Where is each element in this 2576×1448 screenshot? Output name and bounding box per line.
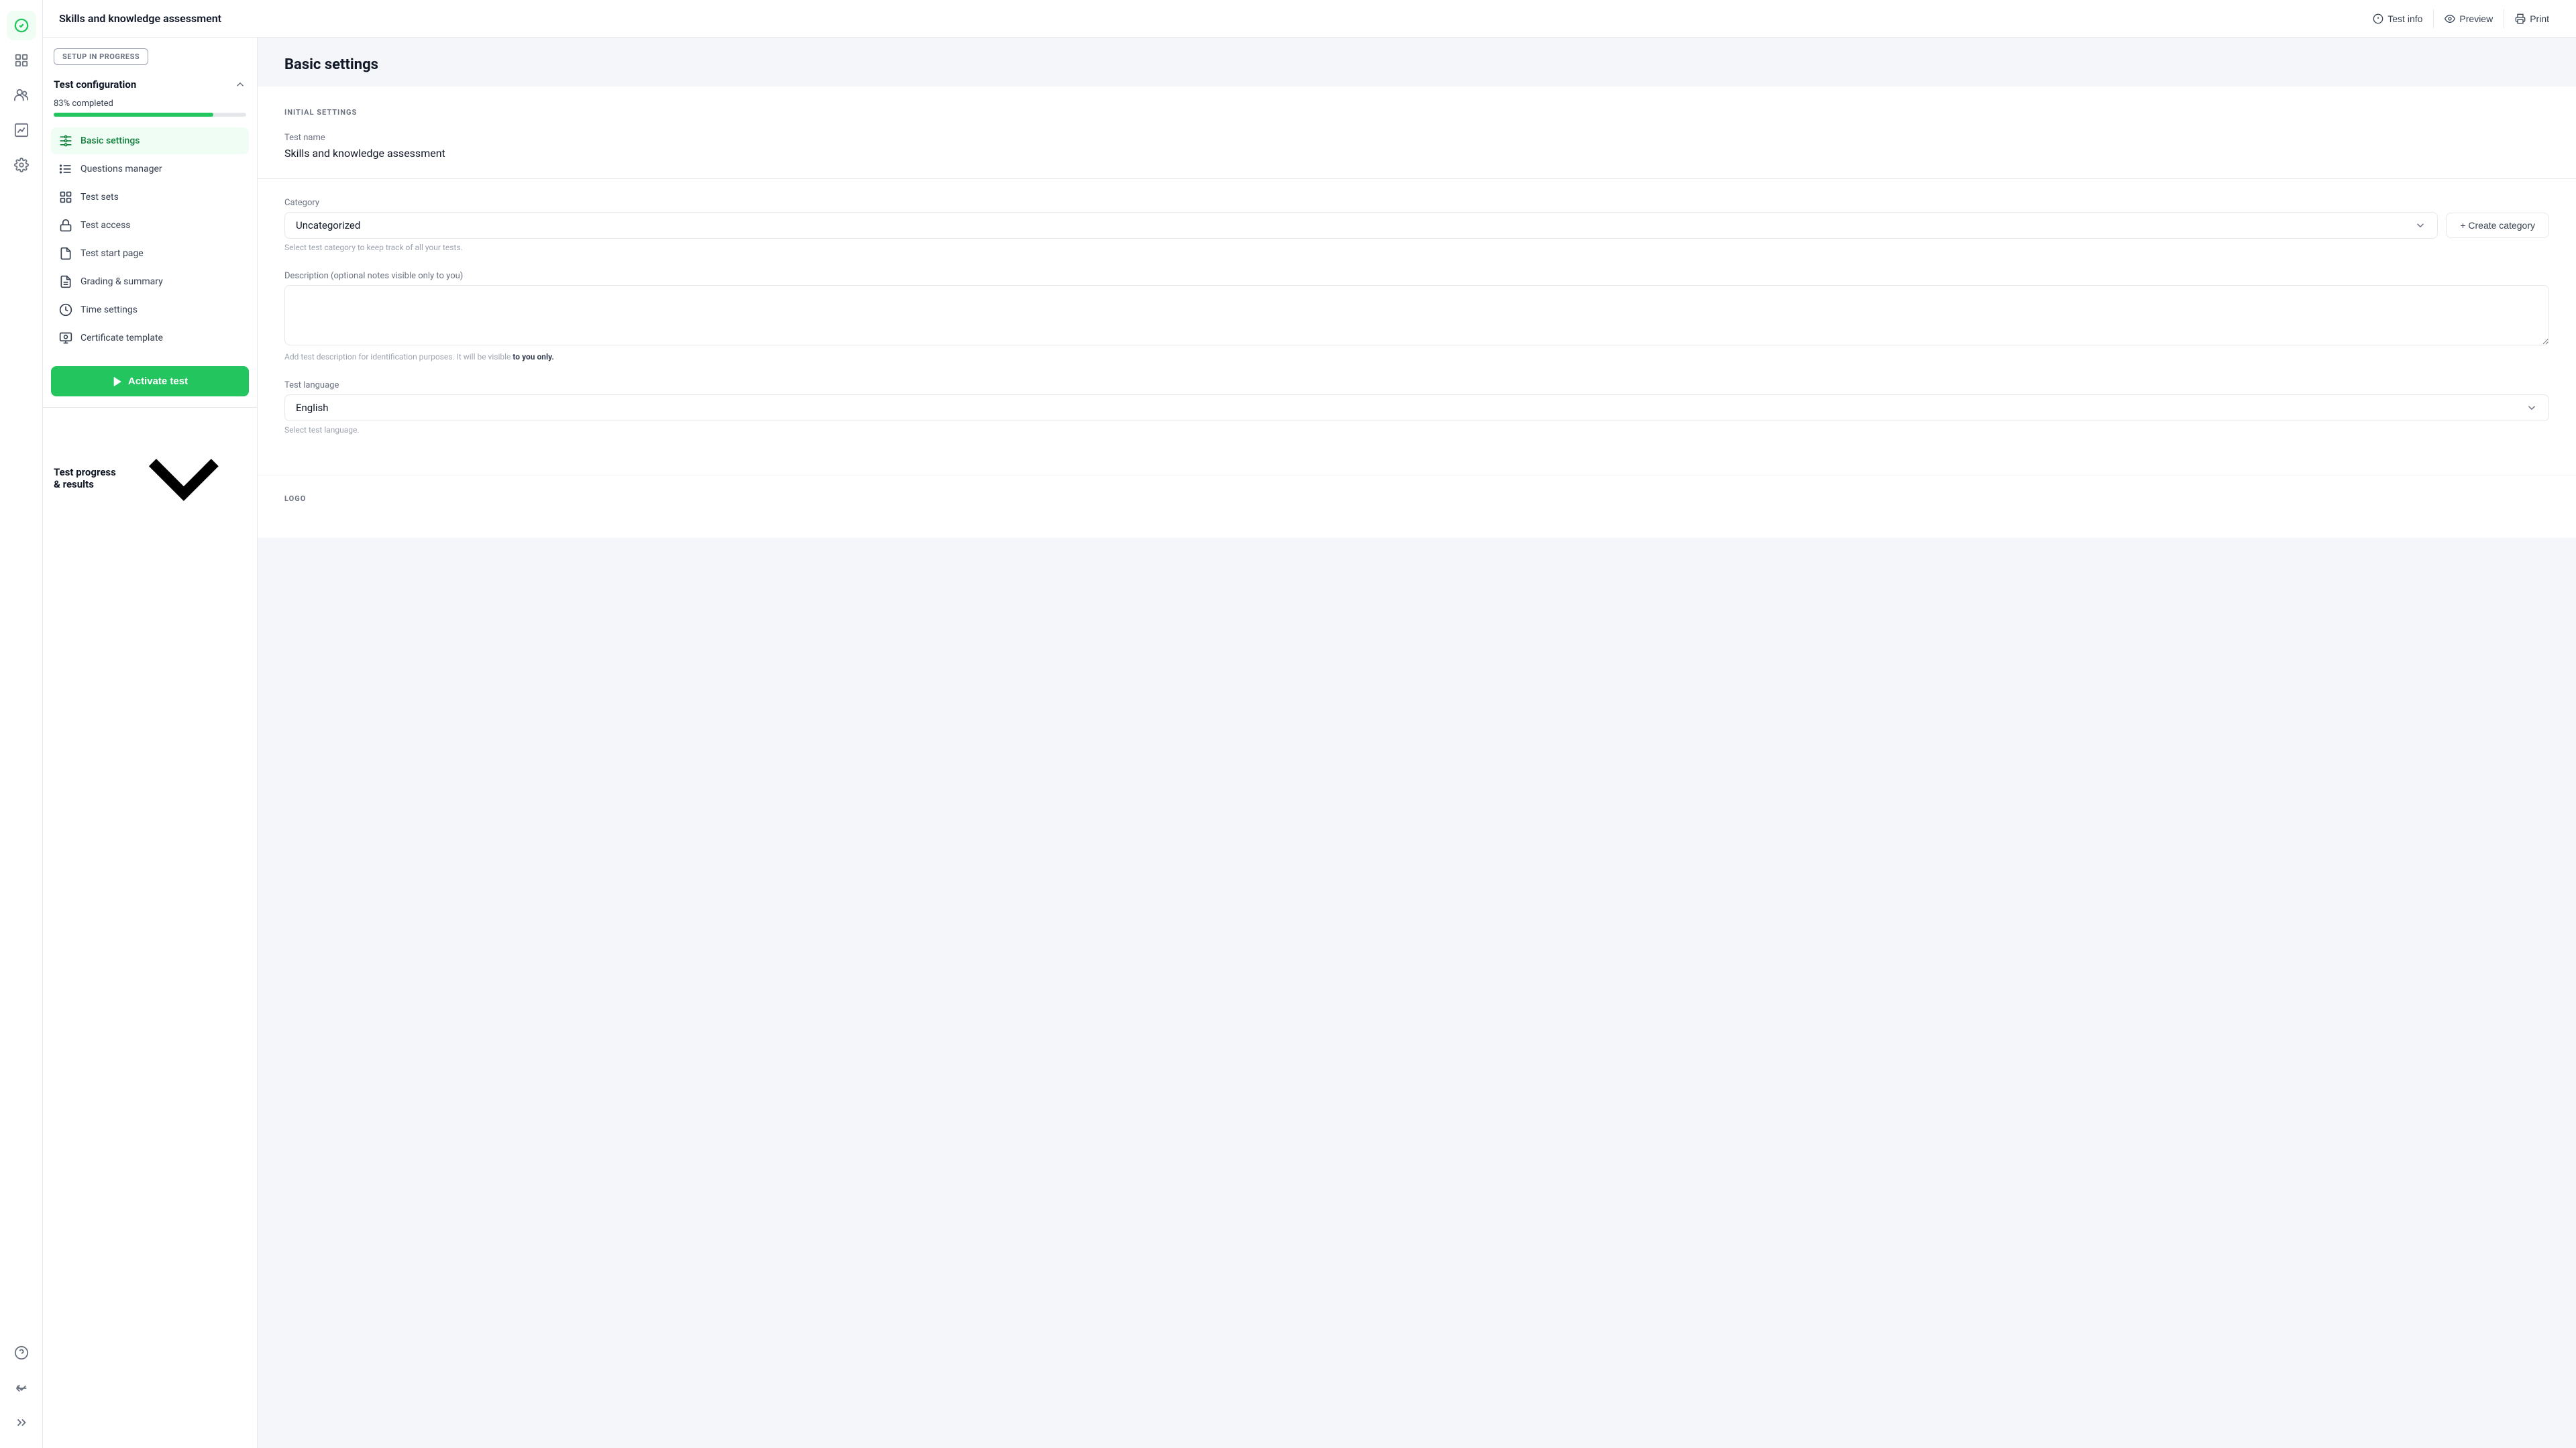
progress-bar-fill [54,113,213,117]
category-select-wrapper: Uncategorized + Create category [284,212,2549,239]
page-header: Basic settings [258,38,2576,87]
category-group: Category Uncategorized + Create category [284,198,2549,252]
certificate-icon [59,331,72,345]
nav-logo[interactable] [7,11,36,40]
nav-test-access[interactable]: Test access [51,212,249,239]
nav-test-start-page[interactable]: Test start page [51,240,249,267]
preview-label: Preview [2459,13,2493,24]
logo-label: LOGO [284,494,2549,503]
progress-label: 83% completed [54,99,246,109]
printer-icon [2515,13,2526,24]
nav-users[interactable] [7,80,36,110]
nav-basic-settings-label: Basic settings [80,135,140,146]
preview-button[interactable]: Preview [2434,9,2504,28]
test-progress-header[interactable]: Test progress & results [43,407,257,549]
settings-sliders-icon [59,134,72,148]
create-category-button[interactable]: + Create category [2446,213,2549,238]
lock-icon [59,219,72,232]
nav-collapse[interactable] [7,1408,36,1437]
description-hint-bold: to you only. [513,352,553,361]
main-content: Basic settings INITIAL SETTINGS Test nam… [258,38,2576,1448]
test-info-label: Test info [2387,13,2422,24]
nav-time-settings-label: Time settings [80,304,138,315]
setup-badge: SETUP IN PROGRESS [54,48,148,65]
test-progress-title: Test progress & results [54,466,121,490]
nav-items: Basic settings Questions manager [43,125,257,355]
logo-card: LOGO [258,476,2576,538]
test-name-label: Test name [284,133,2549,143]
header-actions: Test info Preview Print [2362,9,2560,28]
nav-grading-summary-label: Grading & summary [80,276,163,287]
header-title: Skills and knowledge assessment [59,12,221,25]
language-select[interactable]: English [284,394,2549,421]
nav-test-sets[interactable]: Test sets [51,184,249,211]
language-label: Test language [284,380,2549,390]
test-name-value: Skills and knowledge assessment [284,147,2549,160]
list-adjust-icon [59,162,72,176]
nav-test-start-page-label: Test start page [80,248,144,259]
language-group: Test language English Select test langua… [284,380,2549,435]
create-category-label: + Create category [2460,220,2535,231]
nav-questions-manager[interactable]: Questions manager [51,156,249,182]
nav-questions-manager-label: Questions manager [80,164,162,174]
sidebar: SETUP IN PROGRESS Test configuration 83%… [43,38,258,1448]
category-select[interactable]: Uncategorized [284,212,2438,239]
eye-icon [2445,13,2455,24]
nav-test-access-label: Test access [80,220,131,231]
nav-analytics[interactable] [7,115,36,145]
language-value: English [296,402,329,414]
clock-icon [59,303,72,317]
icon-nav [0,0,43,1448]
language-chevron-down-icon [2526,402,2538,414]
chevron-down-icon [121,416,246,541]
progress-area: 83% completed [43,96,257,125]
language-hint: Select test language. [284,425,2549,435]
print-button[interactable]: Print [2504,9,2560,28]
description-label: Description (optional notes visible only… [284,271,2549,281]
page-title: Basic settings [284,56,2549,73]
document-list-icon [59,275,72,288]
category-value: Uncategorized [296,219,360,231]
category-chevron-down-icon [2414,219,2426,231]
nav-time-settings[interactable]: Time settings [51,296,249,323]
file-empty-icon [59,247,72,260]
grid-icon [59,190,72,204]
nav-help[interactable] [7,1338,36,1368]
basic-settings-card: INITIAL SETTINGS Test name Skills and kn… [258,87,2576,475]
info-icon [2373,13,2383,24]
activate-btn-label: Activate test [128,376,188,387]
category-label: Category [284,198,2549,208]
test-config-title: Test configuration [54,78,136,91]
nav-certificate-template-label: Certificate template [80,333,163,343]
progress-bar-bg [54,113,246,117]
activate-test-button[interactable]: Activate test [51,366,249,396]
nav-certificate-template[interactable]: Certificate template [51,325,249,351]
nav-back[interactable] [7,1373,36,1402]
category-hint: Select test category to keep track of al… [284,243,2549,252]
nav-basic-settings[interactable]: Basic settings [51,127,249,154]
test-info-button[interactable]: Test info [2362,9,2434,28]
chevron-up-icon [234,78,246,91]
description-group: Description (optional notes visible only… [284,271,2549,361]
test-config-header[interactable]: Test configuration [43,73,257,96]
nav-settings[interactable] [7,150,36,180]
nav-test-sets-label: Test sets [80,192,119,203]
print-label: Print [2530,13,2549,24]
nav-grading-summary[interactable]: Grading & summary [51,268,249,295]
nav-grid[interactable] [7,46,36,75]
description-textarea[interactable] [284,285,2549,345]
initial-settings-label: INITIAL SETTINGS [284,108,2549,117]
description-hint: Add test description for identification … [284,352,2549,361]
divider-1 [258,178,2576,179]
test-name-group: Test name Skills and knowledge assessmen… [284,133,2549,160]
description-hint-pre: Add test description for identification … [284,352,513,361]
content-area: SETUP IN PROGRESS Test configuration 83%… [43,38,2576,1448]
play-icon [112,376,123,387]
top-header: Skills and knowledge assessment Test inf… [43,0,2576,38]
